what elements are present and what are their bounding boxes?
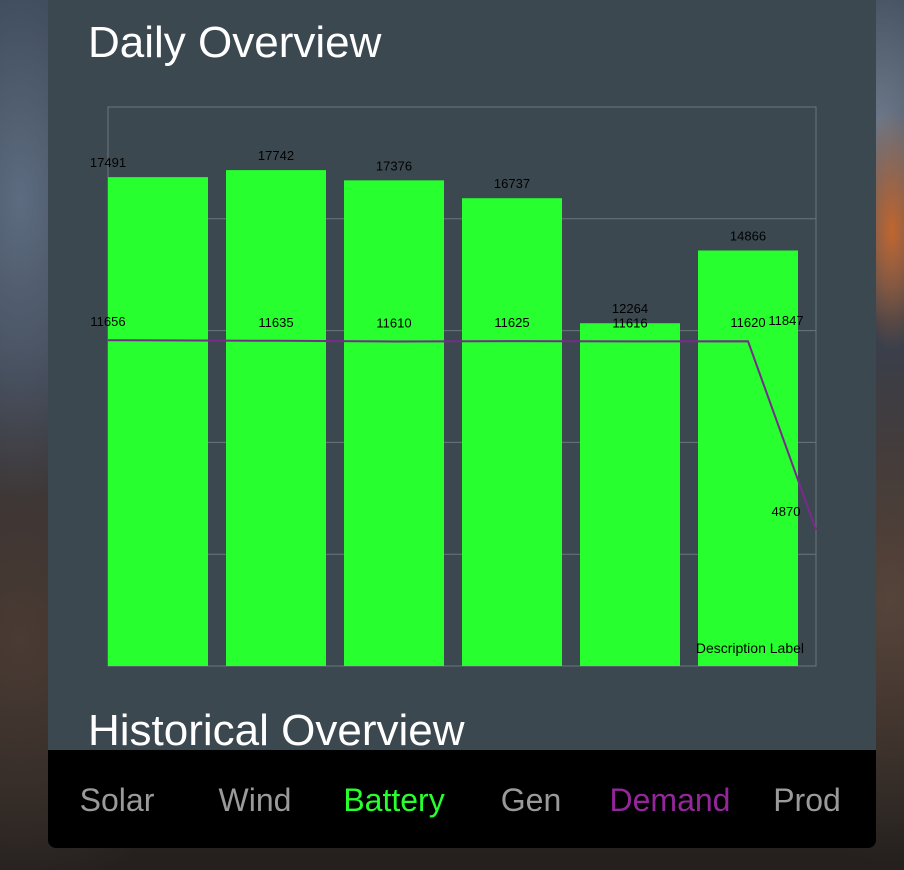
bar-value-label: 12264 (612, 301, 648, 316)
tab-gen[interactable]: Gen (501, 782, 561, 819)
tab-demand[interactable]: Demand (610, 782, 731, 819)
chart-bar (462, 198, 562, 666)
daily-overview-chart: 17491 17742 17376 16737 12264 14866 11847 11656… (90, 106, 817, 667)
line-value-label: 11656 (90, 314, 125, 329)
bar-value-label: 17491 (90, 155, 126, 170)
chart-bar (108, 177, 208, 666)
historical-overview-title: Historical Overview (88, 706, 465, 750)
overview-panel: Daily Overview 17491 17742 17376 16737 12264… (48, 0, 876, 750)
bar-value-label: 17376 (376, 158, 412, 173)
line-value-label: 11635 (258, 315, 293, 330)
tab-wind[interactable]: Wind (219, 782, 292, 819)
line-value-label: 4870 (772, 504, 801, 519)
tab-solar[interactable]: Solar (80, 782, 155, 819)
chart-description-label: Description Label (696, 640, 804, 656)
chart-bar (226, 170, 326, 667)
bar-value-label: 11847 (768, 313, 803, 328)
line-value-label: 11620 (730, 315, 765, 330)
line-value-label: 11616 (612, 315, 647, 330)
bar-value-label: 14866 (730, 228, 766, 243)
chart-bar (344, 180, 444, 666)
chart-bar (580, 323, 680, 666)
bar-value-label: 17742 (258, 148, 294, 163)
line-value-label: 11610 (376, 316, 411, 331)
bar-value-label: 16737 (494, 176, 530, 191)
tab-battery[interactable]: Battery (343, 782, 444, 819)
tab-bar: Solar Wind Battery Gen Demand Prod (48, 750, 876, 848)
line-value-label: 11625 (494, 315, 529, 330)
tab-prod[interactable]: Prod (773, 782, 841, 819)
